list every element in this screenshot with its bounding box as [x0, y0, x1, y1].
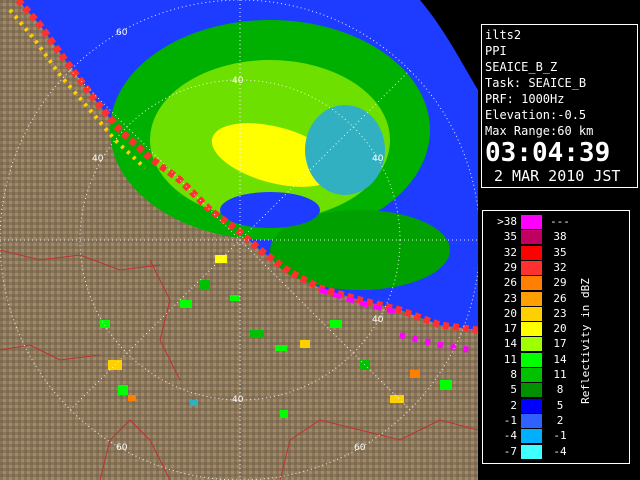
legend-row: 14 17: [483, 337, 623, 352]
legend-upper-bound: 11: [553, 368, 567, 381]
legend-lower-bound: 2: [510, 398, 517, 412]
legend-lower-bound: -4: [503, 429, 517, 443]
prf-value: PRF: 1000Hz: [485, 92, 565, 106]
legend-lower-bound: 23: [503, 291, 517, 305]
scan-type: PPI: [485, 44, 507, 58]
legend-unit-label: Reflectivity in dBZ: [579, 278, 592, 404]
legend-upper-bound: 29: [553, 276, 567, 290]
legend-lower-bound: -7: [503, 444, 517, 458]
radar-name: ilts2: [485, 28, 522, 42]
legend-row: >38 ---: [483, 215, 623, 229]
legend-row: 17 20: [483, 322, 623, 337]
range-label: 60: [116, 28, 128, 38]
legend-upper-bound: -4: [553, 444, 567, 458]
legend-color-swatch: [521, 322, 542, 337]
legend-row: 25: [483, 398, 623, 413]
legend-color-swatch: [521, 215, 542, 229]
legend-row: 32 35: [483, 245, 623, 260]
legend-upper-bound: 32: [553, 260, 567, 274]
legend-row: 11 14: [483, 352, 623, 367]
legend-row: 29 32: [483, 260, 623, 275]
range-label: 60: [354, 443, 366, 453]
legend-lower-bound: 26: [503, 276, 517, 290]
legend-lower-bound: 5: [510, 383, 517, 397]
legend-color-swatch: [521, 429, 542, 444]
legend-lower-bound: 29: [503, 260, 517, 274]
elevation-value: Elevation:-0.5: [485, 108, 587, 122]
legend-lower-bound: -1: [503, 413, 517, 427]
legend-lower-bound: >38: [497, 215, 517, 228]
legend-color-swatch: [521, 306, 542, 321]
legend-upper-bound: 5: [556, 398, 564, 412]
legend-color-swatch: [521, 337, 542, 352]
legend-lower-bound: 32: [503, 245, 517, 259]
range-label: 40: [92, 154, 104, 164]
radar-map: 60 40 40 40 40 60 60 40: [0, 0, 478, 480]
legend-row: -4 -1: [483, 429, 623, 444]
product-name: SEAICE_B_Z: [485, 60, 558, 74]
legend-upper-bound: 38: [553, 230, 567, 244]
legend-row: -1 2: [483, 413, 623, 428]
echo-cyan: [305, 105, 385, 195]
legend-upper-bound: -1: [553, 429, 567, 443]
legend-color-swatch: [521, 352, 542, 367]
legend-row: 8 11: [483, 368, 623, 382]
legend-row: 23 26: [483, 291, 623, 306]
legend-color-swatch: [521, 383, 542, 398]
legend-color-swatch: [521, 368, 542, 382]
legend-row: -7 -4: [483, 444, 623, 459]
legend-row: 35 38: [483, 230, 623, 245]
legend-color-swatch: [521, 413, 542, 428]
task-name: Task: SEAICE_B: [485, 76, 587, 90]
legend-upper-bound: 17: [553, 337, 567, 351]
legend-upper-bound: 20: [553, 322, 567, 336]
legend-color-swatch: [521, 230, 542, 245]
legend-lower-bound: 17: [503, 322, 517, 336]
legend-upper-bound: ---: [550, 215, 570, 228]
range-label: 40: [372, 315, 384, 325]
echo-blue-gap: [220, 192, 320, 228]
legend-lower-bound: 35: [503, 230, 517, 244]
legend-color-swatch: [521, 260, 542, 275]
legend-upper-bound: 8: [556, 383, 564, 397]
scan-time: 03:04:39: [485, 138, 611, 168]
reflectivity-legend: >38 --- 35 38 32 35 29 32 26 29 23 26 20 23 17 20 14 17 11…: [482, 210, 630, 464]
radar-ppi-display: 60 40 40 40 40 60 60 40: [0, 0, 478, 480]
legend-color-swatch: [521, 276, 542, 291]
legend-row: 26 29: [483, 276, 623, 291]
scan-date: 2 MAR 2010 JST: [494, 167, 621, 185]
legend-row: 58: [483, 383, 623, 398]
range-label: 40: [232, 76, 244, 86]
legend-color-swatch: [521, 245, 542, 260]
legend-upper-bound: 2: [556, 413, 564, 427]
legend-row: 20 23: [483, 306, 623, 321]
range-label: 60: [116, 443, 128, 453]
legend-upper-bound: 14: [553, 352, 567, 366]
legend-color-swatch: [521, 291, 542, 306]
legend-upper-bound: 23: [553, 306, 567, 320]
legend-lower-bound: 20: [503, 306, 517, 320]
legend-upper-bound: 35: [553, 245, 567, 259]
legend-color-swatch: [521, 444, 542, 459]
range-label: 40: [372, 154, 384, 164]
legend-upper-bound: 26: [553, 291, 567, 305]
legend-lower-bound: 14: [503, 337, 517, 351]
max-range-value: Max Range:60 km: [485, 124, 594, 138]
radar-info-panel: ilts2 PPI SEAICE_B_Z Task: SEAICE_B PRF:…: [481, 24, 638, 188]
range-label: 40: [232, 395, 244, 405]
legend-lower-bound: 8: [510, 368, 517, 381]
legend-lower-bound: 11: [503, 352, 517, 366]
legend-color-swatch: [521, 398, 542, 413]
